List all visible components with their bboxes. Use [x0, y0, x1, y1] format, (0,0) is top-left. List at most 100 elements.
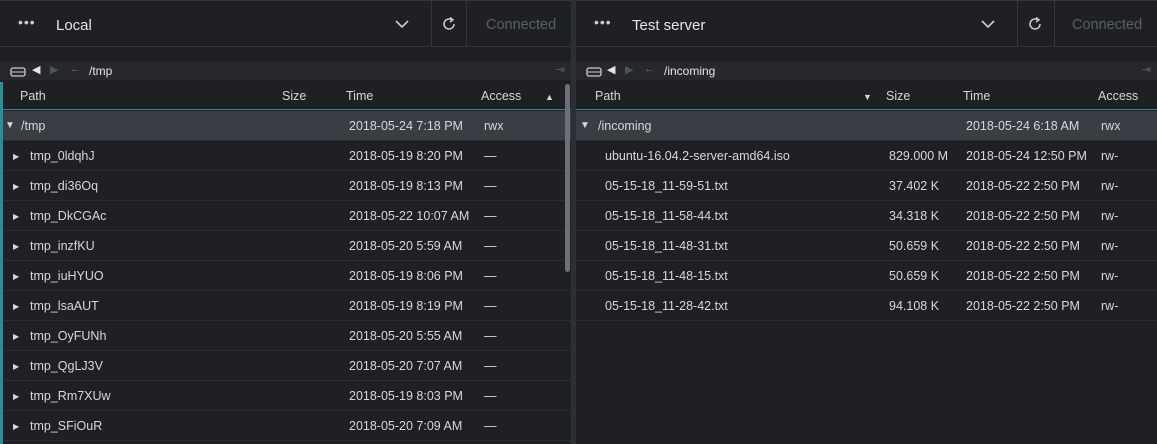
triangle-down-icon[interactable]: ▼	[580, 120, 590, 131]
triangle-right-icon[interactable]: ▶	[13, 152, 19, 161]
connection-bar: ••• Test server Connected	[576, 0, 1157, 47]
row-access: rwx	[484, 119, 504, 133]
scrollbar[interactable]	[565, 84, 570, 272]
folder-row[interactable]: ▶ tmp_OyFUNh 2018-05-20 5:55 AM —	[0, 321, 571, 351]
row-name: tmp_lsaAUT	[30, 299, 99, 313]
column-header: Path Size Time Access ▲	[0, 82, 571, 110]
row-time: 2018-05-19 8:20 PM	[349, 149, 463, 163]
row-access: rw-	[1101, 299, 1119, 313]
folder-row-root[interactable]: ▼ /tmp 2018-05-24 7:18 PM rwx	[0, 111, 571, 141]
sort-asc-icon[interactable]: ▲	[545, 92, 554, 102]
folder-row[interactable]: ▶ tmp_iuHYUO 2018-05-19 8:06 PM —	[0, 261, 571, 291]
arrow-forward-icon[interactable]: ▶	[625, 63, 633, 76]
col-time[interactable]: Time	[963, 89, 990, 103]
drive-icon[interactable]	[586, 65, 602, 77]
folder-row[interactable]: ▶ tmp_Rm7XUw 2018-05-19 8:03 PM —	[0, 381, 571, 411]
row-access: —	[484, 269, 497, 283]
col-time[interactable]: Time	[346, 89, 373, 103]
remote-pane: ••• Test server Connected ◀ ▶ ← /incomin…	[576, 0, 1157, 444]
row-time: 2018-05-22 2:50 PM	[966, 299, 1080, 313]
sort-desc-icon[interactable]: ▼	[863, 92, 872, 102]
refresh-icon[interactable]	[440, 15, 458, 33]
row-name: tmp_di36Oq	[30, 179, 99, 193]
folder-row-root[interactable]: ▼ /incoming 2018-05-24 6:18 AM rwx	[576, 111, 1157, 141]
more-dots-icon[interactable]: •••	[594, 14, 612, 30]
connection-status: Connected	[1072, 17, 1143, 33]
triangle-right-icon[interactable]: ▶	[13, 392, 19, 401]
arrow-left-icon[interactable]: ←	[644, 63, 655, 75]
column-header: Path ▼ Size Time Access	[576, 82, 1157, 110]
row-name: 05-15-18_11-48-15.txt	[605, 269, 728, 283]
row-access: —	[484, 149, 497, 163]
file-row[interactable]: 05-15-18_11-48-31.txt 50.659 K 2018-05-22 …	[576, 231, 1157, 261]
chevron-down-icon[interactable]	[392, 14, 412, 34]
arrow-forward-icon[interactable]: ▶	[50, 63, 58, 76]
triangle-right-icon[interactable]: ▶	[13, 242, 19, 251]
row-time: 2018-05-19 8:19 PM	[349, 299, 463, 313]
refresh-icon[interactable]	[1026, 15, 1044, 33]
chevron-down-icon[interactable]	[978, 14, 998, 34]
row-size: 50.659 K	[889, 269, 940, 283]
pin-panel-icon[interactable]: ⇥	[1142, 63, 1151, 76]
triangle-right-icon[interactable]: ▶	[13, 182, 19, 191]
row-time: 2018-05-19 8:13 PM	[349, 179, 463, 193]
col-path[interactable]: Path	[595, 89, 621, 103]
row-name: 05-15-18_11-59-51.txt	[605, 179, 728, 193]
col-size[interactable]: Size	[886, 89, 910, 103]
folder-row[interactable]: ▶ tmp_inzfKU 2018-05-20 5:59 AM —	[0, 231, 571, 261]
folder-row[interactable]: ▶ tmp_lsaAUT 2018-05-19 8:19 PM —	[0, 291, 571, 321]
folder-row[interactable]: ▶ tmp_0ldqhJ 2018-05-19 8:20 PM —	[0, 141, 571, 171]
row-time: 2018-05-24 7:18 PM	[349, 119, 463, 133]
triangle-right-icon[interactable]: ▶	[13, 212, 19, 221]
path-navbar: ◀ ▶ ← /tmp ⇥	[0, 62, 571, 80]
row-time: 2018-05-24 12:50 PM	[966, 149, 1087, 163]
row-access: —	[484, 239, 497, 253]
row-access: —	[484, 359, 497, 373]
row-name: tmp_SFiOuR	[30, 419, 103, 433]
more-dots-icon[interactable]: •••	[18, 14, 36, 30]
file-row[interactable]: 05-15-18_11-58-44.txt 34.318 K 2018-05-22 …	[576, 201, 1157, 231]
folder-row[interactable]: ▶ tmp_QgLJ3V 2018-05-20 7:07 AM —	[0, 351, 571, 381]
arrow-left-icon[interactable]: ←	[70, 63, 81, 75]
triangle-right-icon[interactable]: ▶	[13, 332, 19, 341]
folder-row[interactable]: ▶ tmp_SFiOuR 2018-05-20 7:09 AM —	[0, 411, 571, 441]
file-row[interactable]: 05-15-18_11-28-42.txt 94.108 K 2018-05-22 …	[576, 291, 1157, 321]
row-name: tmp_QgLJ3V	[30, 359, 103, 373]
row-name: /tmp	[21, 119, 46, 133]
row-access: —	[484, 419, 497, 433]
row-access: —	[484, 299, 497, 313]
current-path[interactable]: /tmp	[89, 64, 112, 78]
row-access: rwx	[1101, 119, 1121, 133]
row-time: 2018-05-22 10:07 AM	[349, 209, 470, 223]
local-pane: ••• Local Connected ◀ ▶ ← /tmp ⇥ Path Si…	[0, 0, 571, 444]
arrow-back-icon[interactable]: ◀	[32, 63, 40, 76]
triangle-right-icon[interactable]: ▶	[13, 272, 19, 281]
row-name: tmp_0ldqhJ	[30, 149, 95, 163]
col-access[interactable]: Access	[481, 89, 521, 103]
row-access: —	[484, 179, 497, 193]
row-time: 2018-05-19 8:06 PM	[349, 269, 463, 283]
row-time: 2018-05-22 2:50 PM	[966, 179, 1080, 193]
row-size: 829.000 M	[889, 149, 949, 163]
row-access: rw-	[1101, 149, 1119, 163]
current-path[interactable]: /incoming	[664, 64, 715, 78]
file-row[interactable]: 05-15-18_11-59-51.txt 37.402 K 2018-05-22 …	[576, 171, 1157, 201]
connection-name[interactable]: Local	[56, 17, 92, 34]
triangle-right-icon[interactable]: ▶	[13, 302, 19, 311]
file-row[interactable]: ubuntu-16.04.2-server-amd64.iso 829.000 M…	[576, 141, 1157, 171]
arrow-back-icon[interactable]: ◀	[607, 63, 615, 76]
connection-name[interactable]: Test server	[632, 17, 705, 34]
triangle-right-icon[interactable]: ▶	[13, 422, 19, 431]
pin-panel-icon[interactable]: ⇥	[556, 63, 565, 76]
row-access: —	[484, 329, 497, 343]
col-path[interactable]: Path	[20, 89, 46, 103]
drive-icon[interactable]	[10, 65, 26, 77]
col-access[interactable]: Access	[1098, 89, 1138, 103]
file-row[interactable]: 05-15-18_11-48-15.txt 50.659 K 2018-05-22 …	[576, 261, 1157, 291]
folder-row[interactable]: ▶ tmp_di36Oq 2018-05-19 8:13 PM —	[0, 171, 571, 201]
triangle-down-icon[interactable]: ▼	[5, 120, 15, 131]
folder-row[interactable]: ▶ tmp_DkCGAc 2018-05-22 10:07 AM —	[0, 201, 571, 231]
triangle-right-icon[interactable]: ▶	[13, 362, 19, 371]
col-size[interactable]: Size	[282, 89, 306, 103]
row-name: 05-15-18_11-48-31.txt	[605, 239, 728, 253]
